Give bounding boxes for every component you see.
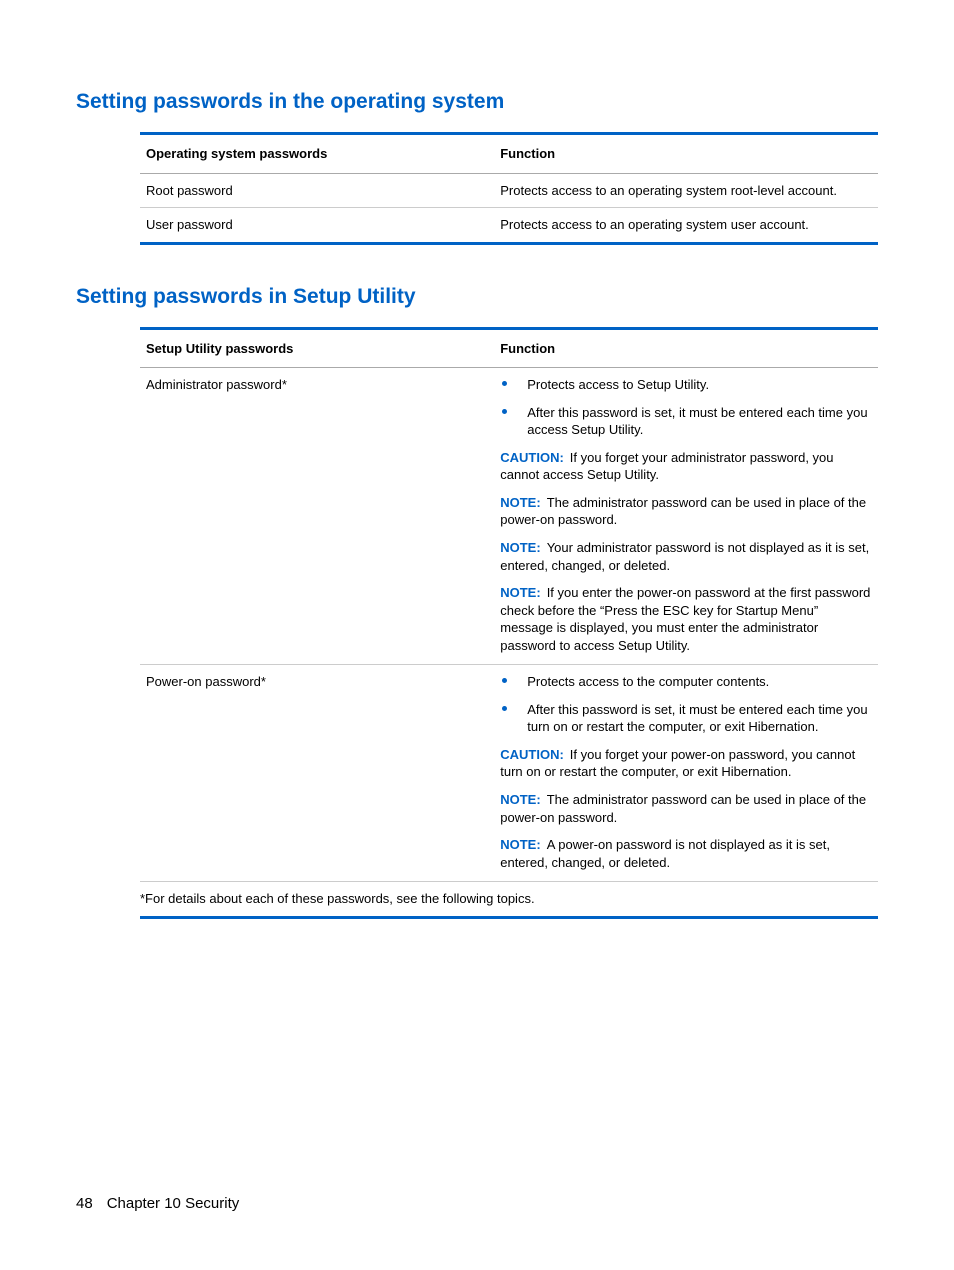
cell-label: Power-on password* xyxy=(140,665,494,882)
table-setup-utility: Setup Utility passwords Function Adminis… xyxy=(140,327,878,919)
cell-label: Root password xyxy=(140,173,494,208)
caution-note: CAUTION:If you forget your administrator… xyxy=(500,449,872,484)
table-row: Root password Protects access to an oper… xyxy=(140,173,878,208)
note: NOTE:A power-on password is not displaye… xyxy=(500,836,872,871)
bullet-text: Protects access to the computer contents… xyxy=(527,673,769,691)
table-header-right: Function xyxy=(494,134,878,174)
cell-function: Protects access to Setup Utility. After … xyxy=(494,368,878,665)
bullet-text: After this password is set, it must be e… xyxy=(527,701,872,736)
bullet-text: Protects access to Setup Utility. xyxy=(527,376,709,394)
keyword-note: NOTE: xyxy=(500,540,540,555)
bullet-icon xyxy=(502,381,507,386)
note-text: Your administrator password is not displ… xyxy=(500,540,869,573)
caution-note: CAUTION:If you forget your power-on pass… xyxy=(500,746,872,781)
bullet-icon xyxy=(502,678,507,683)
bullet-text: After this password is set, it must be e… xyxy=(527,404,872,439)
list-item: Protects access to the computer contents… xyxy=(500,673,872,691)
note: NOTE:The administrator password can be u… xyxy=(500,791,872,826)
note-text: A power-on password is not displayed as … xyxy=(500,837,830,870)
keyword-caution: CAUTION: xyxy=(500,450,564,465)
note: NOTE:If you enter the power-on password … xyxy=(500,584,872,654)
table-row: Power-on password* Protects access to th… xyxy=(140,665,878,882)
bullet-icon xyxy=(502,409,507,414)
page-footer: 48 Chapter 10 Security xyxy=(76,1195,878,1212)
note-text: If you enter the power-on password at th… xyxy=(500,585,870,653)
keyword-note: NOTE: xyxy=(500,837,540,852)
list-item: Protects access to Setup Utility. xyxy=(500,376,872,394)
cell-function: Protects access to the computer contents… xyxy=(494,665,878,882)
cell-function: Protects access to an operating system u… xyxy=(494,208,878,244)
cell-label: Administrator password* xyxy=(140,368,494,665)
section-heading-setup-utility: Setting passwords in Setup Utility xyxy=(76,285,878,309)
note-text: The administrator password can be used i… xyxy=(500,495,866,528)
note: NOTE:The administrator password can be u… xyxy=(500,494,872,529)
page-number: 48 xyxy=(76,1195,93,1212)
cell-function: Protects access to an operating system r… xyxy=(494,173,878,208)
keyword-note: NOTE: xyxy=(500,792,540,807)
document-page: Setting passwords in the operating syste… xyxy=(0,0,954,1270)
section-heading-os-passwords: Setting passwords in the operating syste… xyxy=(76,90,878,114)
note-text: The administrator password can be used i… xyxy=(500,792,866,825)
footnote-text: *For details about each of these passwor… xyxy=(140,882,878,918)
table-header-left: Setup Utility passwords xyxy=(140,328,494,368)
list-item: After this password is set, it must be e… xyxy=(500,404,872,439)
table-os-passwords: Operating system passwords Function Root… xyxy=(140,132,878,245)
table-row: Administrator password* Protects access … xyxy=(140,368,878,665)
keyword-note: NOTE: xyxy=(500,585,540,600)
cell-label: User password xyxy=(140,208,494,244)
table-header-right: Function xyxy=(494,328,878,368)
keyword-caution: CAUTION: xyxy=(500,747,564,762)
note: NOTE:Your administrator password is not … xyxy=(500,539,872,574)
table-header-left: Operating system passwords xyxy=(140,134,494,174)
bullet-icon xyxy=(502,706,507,711)
chapter-label: Chapter 10 Security xyxy=(107,1195,240,1212)
table-footnote: *For details about each of these passwor… xyxy=(140,882,878,918)
list-item: After this password is set, it must be e… xyxy=(500,701,872,736)
table-row: User password Protects access to an oper… xyxy=(140,208,878,244)
keyword-note: NOTE: xyxy=(500,495,540,510)
